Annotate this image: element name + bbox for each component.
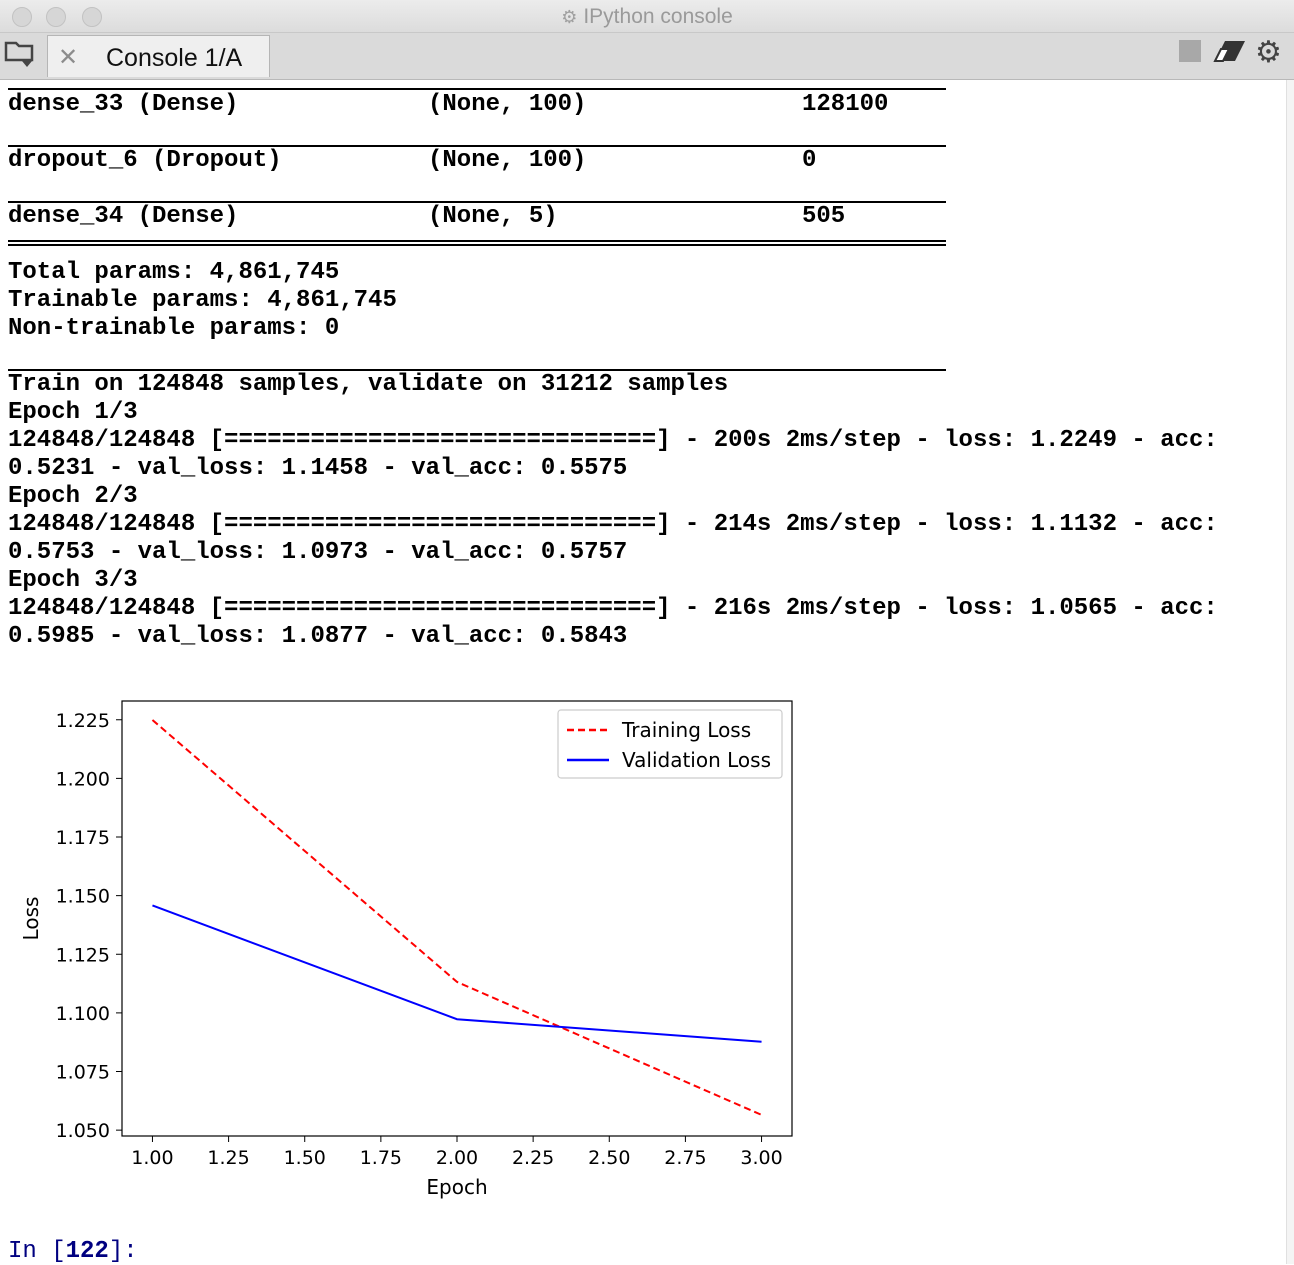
x-tick-label: 1.75	[360, 1147, 402, 1169]
x-tick-label: 2.00	[436, 1147, 478, 1169]
epoch-label: Epoch 1/3	[8, 399, 138, 426]
y-tick-label: 1.200	[56, 768, 110, 790]
y-tick-label: 1.225	[56, 710, 110, 732]
x-tick-label: 3.00	[740, 1147, 782, 1169]
tab-label: Console 1/A	[106, 44, 243, 72]
x-tick-label: 1.50	[284, 1147, 326, 1169]
progress-line: 124848/124848 [=========================…	[8, 511, 1218, 538]
train-info: Train on 124848 samples, validate on 312…	[8, 371, 729, 398]
x-axis-label: Epoch	[426, 1175, 487, 1199]
y-tick-label: 1.050	[56, 1120, 110, 1142]
metrics-line: 0.5753 - val_loss: 1.0973 - val_acc: 0.5…	[8, 539, 628, 566]
window-title: ⚙ IPython console	[561, 5, 733, 28]
stop-icon[interactable]	[1178, 39, 1202, 70]
x-tick-label: 2.75	[664, 1147, 706, 1169]
y-tick-label: 1.075	[56, 1062, 110, 1084]
table-separator	[8, 369, 946, 371]
x-tick-label: 1.25	[207, 1147, 249, 1169]
y-tick-label: 1.100	[56, 1003, 110, 1025]
layer-row: dense_33 (Dense)	[8, 91, 239, 118]
y-tick-label: 1.150	[56, 886, 110, 908]
eraser-icon[interactable]	[1213, 39, 1247, 72]
table-separator	[8, 88, 946, 90]
table-separator	[8, 201, 946, 203]
app-gear-icon: ⚙	[561, 7, 578, 27]
table-double-separator	[8, 240, 946, 246]
metrics-line: 0.5985 - val_loss: 1.0877 - val_acc: 0.5…	[8, 623, 628, 650]
console-tab-bar: ✕ Console 1/A ⚙	[0, 33, 1294, 80]
y-axis-label: Loss	[19, 897, 43, 941]
loss-chart: 1.00 1.25 1.50 1.75 2.00 2.25 2.50 2.75 3.00 1.05…	[19, 700, 793, 1199]
browse-tabs-icon[interactable]	[4, 39, 36, 76]
tab-console-1a[interactable]: ✕ Console 1/A	[47, 35, 270, 77]
gear-icon[interactable]: ⚙	[1255, 35, 1282, 70]
non-trainable-params: Non-trainable params: 0	[8, 315, 340, 342]
legend-label: Training Loss	[621, 718, 751, 742]
layer-row: dense_34 (Dense)	[8, 203, 239, 230]
progress-line: 124848/124848 [=========================…	[8, 595, 1218, 622]
epoch-label: Epoch 2/3	[8, 483, 138, 510]
legend-label: Validation Loss	[622, 748, 771, 772]
y-tick-label: 1.125	[56, 944, 110, 966]
y-tick-label: 1.175	[56, 827, 110, 849]
total-params: Total params: 4,861,745	[8, 259, 340, 286]
metrics-line: 0.5231 - val_loss: 1.1458 - val_acc: 0.5…	[8, 455, 628, 482]
layer-row: dropout_6 (Dropout)	[8, 147, 282, 174]
x-tick-label: 2.50	[588, 1147, 630, 1169]
close-icon[interactable]: ✕	[58, 43, 78, 72]
table-separator	[8, 145, 946, 147]
scrollbar[interactable]	[1286, 80, 1294, 1264]
title-bar: ⚙ IPython console	[0, 0, 1294, 33]
progress-line: 124848/124848 [=========================…	[8, 427, 1218, 454]
epoch-label: Epoch 3/3	[8, 567, 138, 594]
input-prompt[interactable]: In [122]:	[8, 1238, 138, 1265]
trainable-params: Trainable params: 4,861,745	[8, 287, 397, 314]
x-tick-label: 2.25	[512, 1147, 554, 1169]
x-tick-label: 1.00	[131, 1147, 173, 1169]
